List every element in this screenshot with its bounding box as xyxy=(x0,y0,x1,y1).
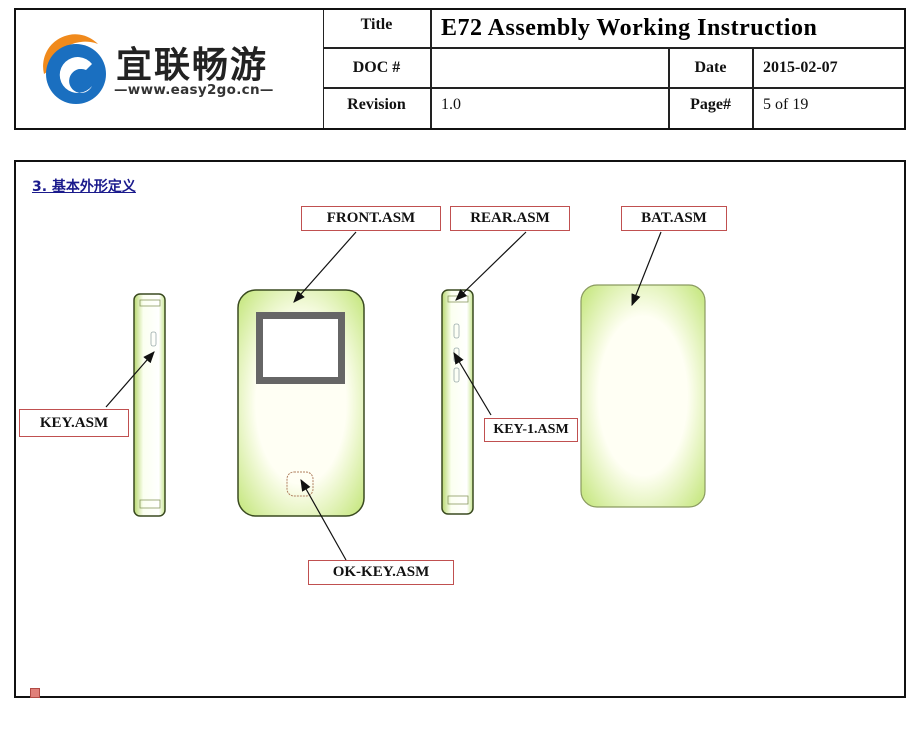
front-view xyxy=(237,289,365,517)
page-label: Page# xyxy=(690,96,731,113)
callout-okkey-asm: OK-KEY.ASM xyxy=(308,560,454,585)
side-view-right xyxy=(441,289,474,515)
battery-view xyxy=(580,284,706,508)
rear-leader-arrow xyxy=(455,231,527,301)
content-frame: 3. 基本外形定义 FRONT.ASM REAR.ASM BAT.ASM KEY… xyxy=(14,160,906,698)
assembly-drawing xyxy=(105,231,706,561)
callout-front-asm: FRONT.ASM xyxy=(301,206,441,231)
logo-url: —www.easy2go.cn— xyxy=(114,82,274,98)
date-label: Date xyxy=(694,58,727,76)
document-header: 宜联畅游 —www.easy2go.cn— Title E72 Assembly… xyxy=(14,8,906,130)
side-view-left xyxy=(133,293,166,517)
revision-label: Revision xyxy=(347,96,406,113)
doc-number-value xyxy=(431,48,668,87)
title-label: Title xyxy=(360,16,393,33)
slide-marker xyxy=(30,688,40,698)
callout-rear-asm: REAR.ASM xyxy=(450,206,570,231)
date-value: 2015-02-07 xyxy=(763,58,838,76)
document-title: E72 Assembly Working Instruction xyxy=(441,15,818,41)
callout-key1-asm: KEY-1.ASM xyxy=(484,418,578,442)
logo-brand-text: 宜联畅游 xyxy=(116,45,269,86)
callout-bat-asm: BAT.ASM xyxy=(621,206,727,231)
header-info-grid: Title E72 Assembly Working Instruction D… xyxy=(323,10,904,128)
revision-value: 1.0 xyxy=(441,96,461,113)
logo-cell: 宜联畅游 —www.easy2go.cn— xyxy=(16,10,324,128)
page-value: 5 of 19 xyxy=(763,96,809,113)
doc-number-label: DOC # xyxy=(352,58,401,76)
logo-mark-icon xyxy=(43,34,106,104)
callout-key-asm: KEY.ASM xyxy=(19,409,129,437)
